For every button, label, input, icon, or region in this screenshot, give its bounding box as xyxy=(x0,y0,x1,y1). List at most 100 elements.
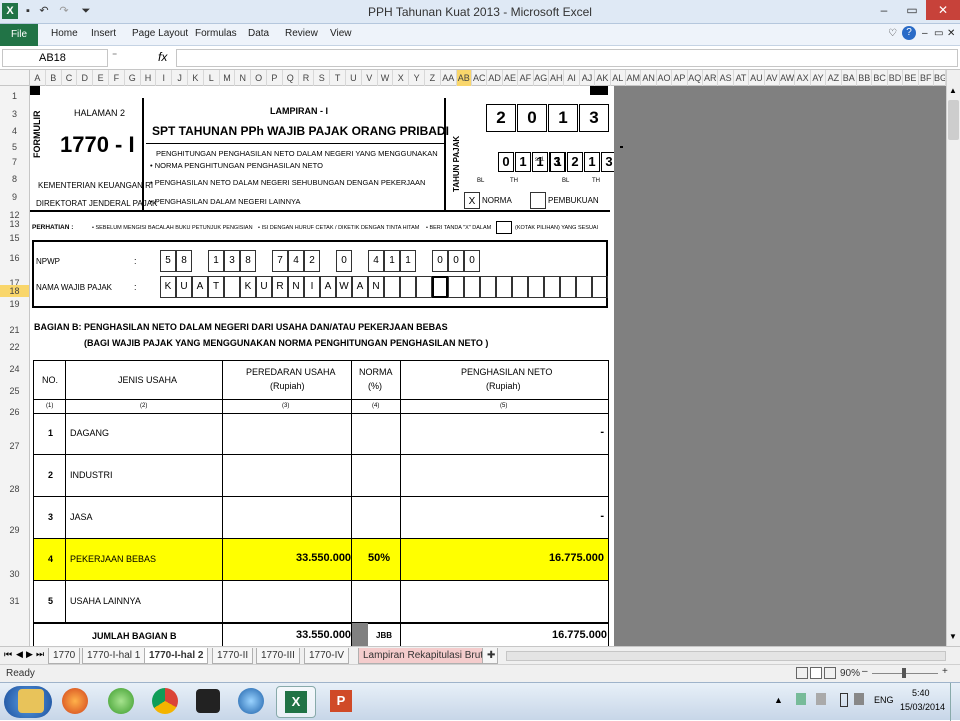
nama-char-cell[interactable]: A xyxy=(352,276,368,298)
nama-char-cell[interactable] xyxy=(448,276,464,298)
npwp-digit-cell[interactable]: 1 xyxy=(208,250,224,272)
next-sheet-icon[interactable]: ▶ xyxy=(26,649,33,660)
row-header-29[interactable]: 29 xyxy=(0,524,29,536)
sheet-tab[interactable]: 1770-IV xyxy=(304,648,350,664)
sheet-tab[interactable]: 1770-II xyxy=(212,648,254,664)
tab-page-layout[interactable]: Page Layout xyxy=(132,28,188,39)
npwp-digit-cell[interactable]: 7 xyxy=(272,250,288,272)
tab-formulas[interactable]: Formulas xyxy=(195,28,237,39)
cancel-formula-icon[interactable]: ⁼ xyxy=(112,51,117,62)
row-header-13[interactable]: 13 xyxy=(0,218,29,230)
column-header-p[interactable]: P xyxy=(267,70,283,86)
volume-icon[interactable] xyxy=(854,693,864,705)
excel-taskbar-button[interactable]: X xyxy=(276,686,316,718)
nama-char-cell[interactable] xyxy=(464,276,480,298)
row-header-8[interactable]: 8 xyxy=(0,173,29,185)
row-header-1[interactable]: 1 xyxy=(0,90,29,102)
npwp-digit-cell[interactable]: 1 xyxy=(384,250,400,272)
column-header-m[interactable]: M xyxy=(220,70,236,86)
column-header-bc[interactable]: BC xyxy=(872,70,888,86)
tray-icon[interactable] xyxy=(816,693,826,705)
row-header-27[interactable]: 27 xyxy=(0,440,29,452)
app-icon[interactable] xyxy=(108,688,134,714)
nama-char-cell[interactable]: A xyxy=(192,276,208,298)
column-header-ax[interactable]: AX xyxy=(795,70,811,86)
tab-home[interactable]: Home xyxy=(51,28,78,39)
show-desktop-button[interactable] xyxy=(950,683,960,721)
nama-char-cell[interactable] xyxy=(592,276,608,298)
row-header-22[interactable]: 22 xyxy=(0,341,29,353)
zoom-in-icon[interactable]: + xyxy=(942,666,948,677)
column-header-aw[interactable]: AW xyxy=(780,70,796,86)
column-header-ak[interactable]: AK xyxy=(595,70,611,86)
column-header-ao[interactable]: AO xyxy=(657,70,673,86)
year-digit-cell[interactable]: 1 xyxy=(548,104,578,132)
column-header-x[interactable]: X xyxy=(393,70,410,86)
column-header-al[interactable]: AL xyxy=(611,70,626,86)
close-workbook-icon[interactable]: ✕ xyxy=(947,28,955,39)
insert-sheet-icon[interactable]: ✚ xyxy=(482,648,498,664)
npwp-digit-cell[interactable]: 8 xyxy=(176,250,192,272)
row-header-31[interactable]: 31 xyxy=(0,595,29,607)
nama-char-cell[interactable]: U xyxy=(176,276,192,298)
row-header-15[interactable]: 15 xyxy=(0,232,29,244)
row-header-26[interactable]: 26 xyxy=(0,406,29,418)
column-header-b[interactable]: B xyxy=(46,70,62,86)
column-header-aq[interactable]: AQ xyxy=(688,70,703,86)
column-header-i[interactable]: I xyxy=(156,70,173,86)
tray-icon[interactable] xyxy=(796,693,806,705)
column-header-bf[interactable]: BF xyxy=(919,70,934,86)
sheet-tab[interactable]: 1770 xyxy=(48,648,81,664)
worksheet[interactable]: FORMULIR HALAMAN 2 1770 - I KEMENTERIAN … xyxy=(30,86,614,646)
nama-char-cell[interactable]: U xyxy=(256,276,272,298)
column-header-s[interactable]: S xyxy=(314,70,331,86)
period-to-cell[interactable]: 1 xyxy=(584,152,600,172)
pembukuan-checkbox[interactable] xyxy=(530,192,546,209)
npwp-digit-cell[interactable]: 0 xyxy=(432,250,448,272)
row-header-24[interactable]: 24 xyxy=(0,363,29,375)
row-peredaran[interactable]: 33.550.000 xyxy=(296,552,351,564)
column-header-f[interactable]: F xyxy=(109,70,125,86)
scroll-thumb[interactable] xyxy=(948,100,959,140)
table-row[interactable]: 2 INDUSTRI xyxy=(34,455,608,497)
npwp-digit-cell[interactable]: 0 xyxy=(464,250,480,272)
table-row[interactable]: 5 USAHA LAINNYA xyxy=(34,581,608,623)
page-break-view-icon[interactable] xyxy=(824,667,836,679)
column-header-e[interactable]: E xyxy=(93,70,109,86)
column-header-t[interactable]: T xyxy=(330,70,346,86)
column-header-o[interactable]: O xyxy=(251,70,267,86)
nama-char-cell[interactable] xyxy=(224,276,240,298)
column-header-ah[interactable]: AH xyxy=(549,70,565,86)
column-header-n[interactable]: N xyxy=(235,70,252,86)
prev-sheet-icon[interactable]: ◀ xyxy=(16,649,23,660)
norma-checkbox[interactable]: X xyxy=(464,192,480,209)
clock-time[interactable]: 5:40 xyxy=(912,688,930,698)
column-header-c[interactable]: C xyxy=(62,70,78,86)
formula-input[interactable] xyxy=(176,49,958,67)
tab-view[interactable]: View xyxy=(330,28,352,39)
column-header-au[interactable]: AU xyxy=(749,70,765,86)
nama-char-cell[interactable] xyxy=(432,276,448,298)
column-header-ae[interactable]: AE xyxy=(503,70,519,86)
zoom-out-icon[interactable]: – xyxy=(862,666,868,677)
nama-char-cell[interactable] xyxy=(496,276,512,298)
nama-char-cell[interactable] xyxy=(560,276,576,298)
tray-expand-icon[interactable]: ▲ xyxy=(774,695,783,705)
help-icon[interactable]: ? xyxy=(902,26,916,40)
column-header-j[interactable]: J xyxy=(172,70,188,86)
row-header-16[interactable]: 16 xyxy=(0,252,29,264)
period-to-cell[interactable]: 1 xyxy=(550,152,566,172)
column-header-ab[interactable]: AB xyxy=(456,70,472,86)
npwp-digit-cell[interactable]: 2 xyxy=(304,250,320,272)
column-header-an[interactable]: AN xyxy=(641,70,657,86)
normal-view-icon[interactable] xyxy=(796,667,808,679)
column-header-am[interactable]: AM xyxy=(626,70,642,86)
media-icon[interactable] xyxy=(238,688,264,714)
npwp-digit-cell[interactable]: 0 xyxy=(336,250,352,272)
vertical-scrollbar[interactable]: ▲ ▼ xyxy=(946,70,960,646)
column-header-bb[interactable]: BB xyxy=(857,70,873,86)
maximize-icon[interactable]: ▭ xyxy=(898,0,926,20)
year-digit-cell[interactable]: 0 xyxy=(517,104,547,132)
row-header-9[interactable]: 9 xyxy=(0,191,29,203)
expand-ribbon-icon[interactable]: ♡ xyxy=(888,28,897,39)
